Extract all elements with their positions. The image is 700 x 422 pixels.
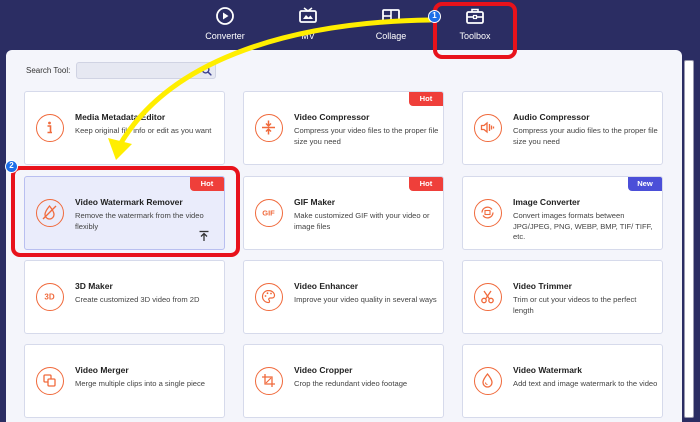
tool-desc: Merge multiple clips into a single piece: [75, 379, 206, 388]
audio-compress-icon: [480, 121, 495, 134]
3d-icon-wrap: 3D: [36, 283, 64, 311]
nav-mv[interactable]: MV: [273, 6, 343, 46]
converter-icon: [216, 7, 234, 25]
palette-icon: [261, 289, 276, 304]
merge-icon-wrap: [36, 367, 64, 395]
tool-desc: Crop the redundant video footage: [294, 379, 408, 388]
tool-title: Video Watermark: [513, 365, 582, 375]
image-convert-icon: [481, 206, 494, 219]
search-icon[interactable]: [201, 65, 212, 76]
tool-gif-maker[interactable]: GIF GIF Maker Make customized GIF with y…: [243, 176, 444, 250]
palette-icon-wrap: [255, 283, 283, 311]
tool-desc: Create customized 3D video from 2D: [75, 295, 200, 304]
nav-converter[interactable]: Converter: [190, 6, 260, 46]
tool-title: Media Metadata Editor: [75, 112, 166, 122]
tool-title: Video Compressor: [294, 112, 370, 122]
step-1-badge: 1: [428, 10, 441, 23]
tool-title: Video Cropper: [294, 365, 353, 375]
tool-desc: Improve your video quality in several wa…: [294, 295, 437, 304]
tool-desc: Trim or cut your videos to the perfect l…: [513, 295, 637, 315]
tool-desc: Add text and image watermark to the vide…: [513, 379, 658, 388]
audio-compress-icon-wrap: [474, 114, 502, 142]
gif-icon-wrap: GIF: [255, 199, 283, 227]
watermark-remover-highlight-box: [11, 166, 240, 257]
tool-video-compressor[interactable]: Video Compressor Compress your video fil…: [243, 91, 444, 165]
hot-badge: Hot: [409, 177, 443, 191]
tool-audio-compressor[interactable]: Audio Compressor Compress your audio fil…: [462, 91, 663, 165]
info-icon-wrap: [36, 114, 64, 142]
compress-icon: [262, 120, 275, 135]
step-2-badge: 2: [5, 160, 18, 173]
scissors-icon-wrap: [474, 283, 502, 311]
collage-icon: [382, 9, 400, 23]
hot-badge: Hot: [409, 92, 443, 106]
tool-video-merger[interactable]: Video Merger Merge multiple clips into a…: [24, 344, 225, 418]
3d-icon: 3D: [44, 293, 54, 302]
droplet-icon-wrap: [474, 367, 502, 395]
nav-collage-label: Collage: [375, 31, 407, 41]
search-input[interactable]: [77, 66, 195, 81]
tool-desc: Compress your audio files to the proper …: [513, 126, 658, 146]
scissors-icon: [481, 290, 494, 304]
tool-video-trimmer[interactable]: Video Trimmer Trim or cut your videos to…: [462, 260, 663, 334]
merge-icon: [43, 374, 56, 387]
top-navigation: Converter MV Collage Toolbox: [0, 0, 700, 50]
tool-video-watermark[interactable]: Video Watermark Add text and image water…: [462, 344, 663, 418]
tool-title: Video Trimmer: [513, 281, 572, 291]
tool-video-cropper[interactable]: Video Cropper Crop the redundant video f…: [243, 344, 444, 418]
new-badge: New: [628, 177, 662, 191]
tool-desc: Keep original file info or edit as you w…: [75, 126, 212, 135]
nav-collage[interactable]: Collage: [356, 6, 426, 46]
svg-text:GIF: GIF: [262, 209, 275, 218]
droplet-icon: [482, 372, 493, 388]
tool-title: GIF Maker: [294, 197, 336, 207]
tool-title: Video Enhancer: [294, 281, 359, 291]
gif-icon: GIF: [262, 209, 275, 218]
crop-icon: [262, 374, 275, 387]
search-label: Search Tool:: [26, 66, 71, 75]
tool-media-metadata-editor[interactable]: Media Metadata Editor Keep original file…: [24, 91, 225, 165]
tool-title: Audio Compressor: [513, 112, 590, 122]
tool-title: Video Merger: [75, 365, 129, 375]
toolbox-highlight-box: [433, 2, 517, 59]
mv-icon: [299, 7, 317, 23]
svg-text:3D: 3D: [44, 293, 54, 302]
crop-icon-wrap: [255, 367, 283, 395]
tool-title: 3D Maker: [75, 281, 113, 291]
tool-desc: Compress your video files to the proper …: [294, 126, 439, 146]
compress-icon-wrap: [255, 114, 283, 142]
vertical-scrollbar[interactable]: [684, 60, 694, 418]
tool-desc: Make customized GIF with your video or i…: [294, 211, 430, 231]
nav-converter-label: Converter: [205, 31, 245, 41]
tool-desc: Convert images formats between JPG/JPEG,…: [513, 211, 653, 241]
tool-3d-maker[interactable]: 3D 3D Maker Create customized 3D video f…: [24, 260, 225, 334]
nav-mv-label: MV: [301, 31, 315, 41]
search-box: [76, 62, 216, 81]
image-convert-icon-wrap: [474, 199, 502, 227]
tool-title: Image Converter: [513, 197, 581, 207]
info-icon: [47, 121, 52, 134]
tool-video-enhancer[interactable]: Video Enhancer Improve your video qualit…: [243, 260, 444, 334]
tool-image-converter[interactable]: Image Converter Convert images formats b…: [462, 176, 663, 250]
